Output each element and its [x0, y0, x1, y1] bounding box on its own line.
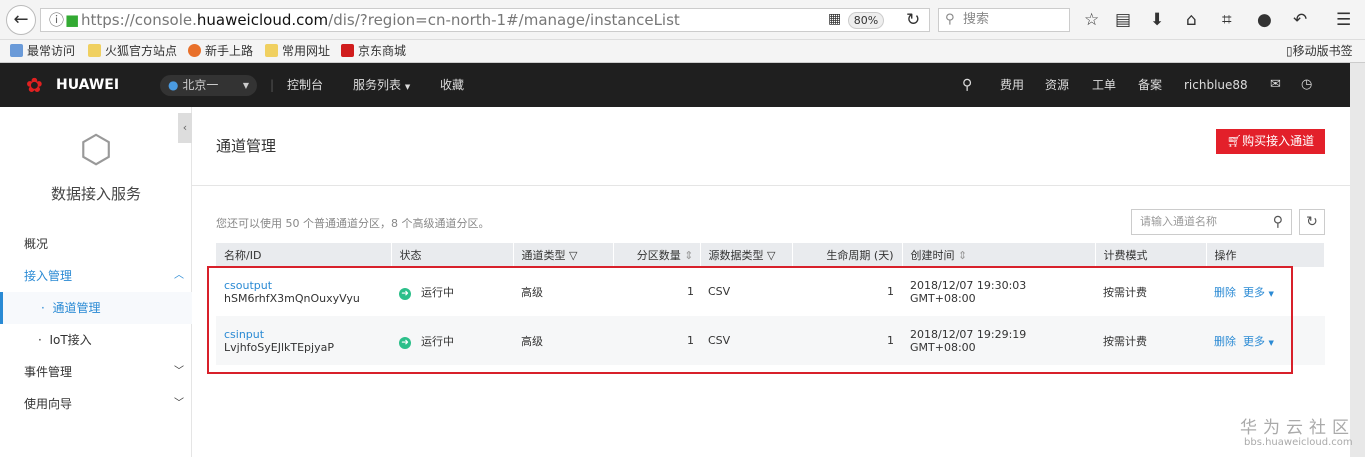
bookmark-item[interactable]: 火狐官方站点: [88, 40, 177, 62]
url-path: /dis/?region=cn-north-1#/manage/instance…: [328, 11, 680, 29]
search-placeholder: 搜索: [963, 12, 990, 27]
sidebar-item-events[interactable]: 事件管理 ﹀: [0, 356, 192, 388]
nav-tickets[interactable]: 工单: [1092, 63, 1116, 107]
address-bar[interactable]: ⓘ ■ https://console.huaweicloud.com/dis/?r…: [40, 8, 930, 32]
divider: [192, 185, 1350, 186]
col-type[interactable]: 通道类型 ▽: [513, 243, 614, 267]
sort-icon: ⇕: [958, 249, 968, 262]
browser-search[interactable]: ⚲ 搜索: [938, 8, 1070, 32]
bookmark-item[interactable]: 常用网址: [265, 40, 330, 62]
chevron-down-icon: ﹀: [174, 398, 184, 409]
mail-icon[interactable]: ✉: [1270, 63, 1281, 107]
col-partitions[interactable]: 分区数量 ⇕: [613, 243, 701, 267]
watermark-url: bbs.huaweicloud.com: [1244, 437, 1353, 448]
qr-icon[interactable]: ▦: [828, 11, 841, 27]
reader-icon[interactable]: ▤: [1115, 10, 1131, 30]
search-icon: ⚲: [1272, 214, 1283, 230]
sidebar-item-access-management[interactable]: 接入管理 ︿: [0, 260, 192, 292]
nav-favorites[interactable]: 收藏: [440, 63, 464, 107]
brand[interactable]: HUAWEI: [56, 63, 119, 107]
user-menu[interactable]: richblue88: [1184, 63, 1248, 107]
top-nav: ✿ HUAWEI ● 北京一 ▼ | 控制台 服务列表 ▼ 收藏 ⚲ 费用 资源 …: [0, 63, 1350, 107]
service-hex-icon: ⬡: [79, 127, 113, 171]
crop-icon[interactable]: ⌗: [1222, 10, 1232, 30]
nav-console[interactable]: 控制台: [287, 63, 323, 107]
nav-resources[interactable]: 资源: [1045, 63, 1069, 107]
page-title: 通道管理: [216, 137, 277, 155]
nav-services[interactable]: 服务列表 ▼: [353, 63, 410, 109]
zoom-level[interactable]: 80%: [848, 12, 884, 29]
info-icon: ⓘ: [49, 11, 65, 29]
col-lifecycle: 生命周期 (天): [792, 243, 903, 267]
url-host: huaweicloud.com: [196, 11, 329, 29]
sidebar-item-overview[interactable]: 概况: [0, 228, 192, 260]
col-source[interactable]: 源数据类型 ▽: [700, 243, 793, 267]
col-status: 状态: [391, 243, 514, 267]
url-prefix: https://console.: [81, 11, 197, 29]
col-created[interactable]: 创建时间 ⇕: [902, 243, 1096, 267]
refresh-button[interactable]: ↻: [1299, 209, 1325, 235]
filter-icon: ▽: [569, 249, 578, 262]
search-icon[interactable]: ⚲: [962, 63, 972, 107]
sidebar-item-iot[interactable]: · IoT接入: [0, 324, 192, 356]
bookmark-item[interactable]: 京东商城: [341, 40, 406, 62]
highlight-box: [207, 266, 1293, 374]
col-actions: 操作: [1206, 243, 1325, 267]
menu-icon[interactable]: ☰: [1336, 10, 1351, 30]
quota-text: 您还可以使用 50 个普通通道分区，8 个高级通道分区。: [216, 217, 490, 230]
bookmarks-bar: 最常访问 火狐官方站点 新手上路 常用网址 京东商城 ▯移动版书签: [0, 40, 1365, 63]
sort-icon: ⇕: [684, 249, 694, 262]
clock-icon[interactable]: ◷: [1301, 63, 1312, 107]
chevron-up-icon: ︿: [174, 270, 184, 281]
bookmark-item[interactable]: 新手上路: [188, 40, 253, 62]
col-name: 名称/ID: [216, 243, 392, 267]
undo-icon[interactable]: ↶: [1293, 10, 1307, 30]
nav-billing[interactable]: 费用: [1000, 63, 1024, 107]
reload-icon[interactable]: ↻: [906, 10, 920, 30]
table-header: 名称/ID 状态 通道类型 ▽ 分区数量 ⇕ 源数据类型 ▽ 生命周期 (天) …: [216, 243, 1325, 267]
region-select[interactable]: ● 北京一 ▼: [160, 75, 257, 96]
service-name: 数据接入服务: [50, 185, 141, 203]
download-icon[interactable]: ⬇: [1150, 10, 1164, 30]
collapse-sidebar-button[interactable]: ‹: [178, 113, 192, 143]
filter-icon: ▽: [767, 249, 776, 262]
sidebar-item-guide[interactable]: 使用向导 ﹀: [0, 388, 192, 420]
col-billing: 计费模式: [1095, 243, 1207, 267]
bookmark-item[interactable]: 最常访问: [10, 40, 75, 62]
sidebar-item-channel-management[interactable]: · 通道管理: [0, 292, 192, 324]
chat-icon[interactable]: ●: [1257, 10, 1272, 30]
browser-toolbar: ← ⓘ ■ https://console.huaweicloud.com/dis/…: [0, 0, 1365, 40]
home-icon[interactable]: ⌂: [1186, 10, 1197, 30]
huawei-logo-icon: ✿: [26, 73, 43, 97]
mobile-bookmarks[interactable]: ▯移动版书签: [1286, 40, 1353, 62]
buy-channel-button[interactable]: 🛒︎购买接入通道: [1216, 129, 1325, 154]
channel-search-input[interactable]: 请输入通道名称 ⚲: [1131, 209, 1292, 235]
cart-icon: 🛒︎: [1226, 134, 1243, 148]
scrollbar[interactable]: [1350, 63, 1365, 457]
chevron-down-icon: ﹀: [174, 366, 184, 377]
search-icon: ⚲: [945, 12, 955, 27]
sidebar: ‹ ⬡ 数据接入服务 概况 接入管理 ︿ · 通道管理 · IoT接入 事件管理 ﹀…: [0, 107, 192, 457]
lock-icon: ■: [65, 11, 80, 29]
watermark-title: 华为云社区: [1240, 418, 1355, 438]
nav-filing[interactable]: 备案: [1138, 63, 1162, 107]
back-button[interactable]: ←: [6, 5, 36, 35]
star-icon[interactable]: ☆: [1084, 10, 1099, 30]
